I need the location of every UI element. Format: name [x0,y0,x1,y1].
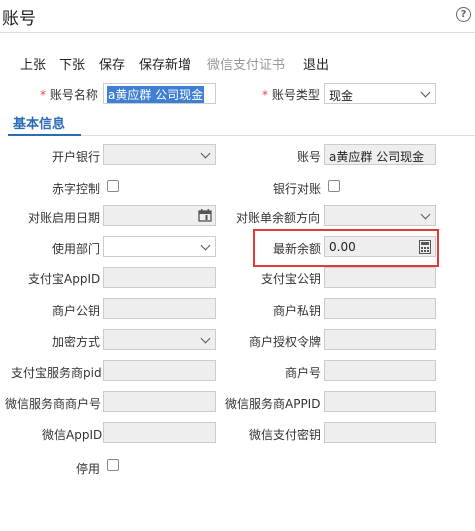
wechat-appid-input[interactable] [103,422,216,443]
merchant-auth-token-label: 商户授权令牌 [249,335,322,349]
chevron-down-icon [200,240,211,251]
account-label: 账号 [297,150,322,164]
alipay-pubkey-input[interactable] [324,267,436,288]
encrypt-select[interactable] [103,329,216,350]
disabled-label: 停用 [76,462,101,476]
wechat-sp-merchant-label: 微信服务商商户号 [5,397,102,411]
reconcile-balance-dir-label: 对账单余额方向 [236,211,321,225]
account-type-label-text: 账号类型 [271,88,320,102]
bank-label: 开户银行 [52,150,101,164]
account-name-label-text: 账号名称 [49,88,98,102]
chevron-down-icon [420,87,431,98]
alipay-sp-pid-label: 支付宝服务商pid [11,366,102,380]
merchant-pubkey-input[interactable] [103,298,216,319]
next-button[interactable]: 下张 [59,54,85,73]
bank-reconcile-label: 银行对账 [273,182,322,196]
calculator-icon[interactable] [419,240,431,254]
account-type-value: 现金 [329,89,354,103]
alipay-appid-input[interactable] [103,267,216,288]
tab-basic-info[interactable]: 基本信息 [13,113,65,132]
account-name-label: * 账号名称 [40,86,98,103]
dept-select[interactable] [103,236,216,257]
alipay-appid-label: 支付宝AppID [28,272,101,286]
alipay-sp-pid-input[interactable] [103,360,216,381]
merchant-no-input[interactable] [324,360,436,381]
account-name-value: a黄应群 公司现金 [107,86,205,103]
exit-button[interactable]: 退出 [303,54,329,73]
merchant-privkey-input[interactable] [324,298,436,319]
wechat-appid-label: 微信AppID [42,428,103,442]
bank-select[interactable] [103,144,216,165]
account-type-label: * 账号类型 [262,86,320,103]
chevron-down-icon [420,209,431,220]
chevron-down-icon [200,148,211,159]
account-value: a黄应群 公司现金 [329,150,425,164]
wechat-cert-button[interactable]: 微信支付证书 [207,54,285,73]
account-name-input[interactable]: a黄应群 公司现金 [103,83,216,104]
calendar-icon[interactable] [198,209,212,222]
reconcile-balance-dir-select[interactable] [324,205,436,226]
wechat-sp-appid-label: 微信服务商APPID [225,397,321,411]
save-button[interactable]: 保存 [99,54,125,73]
red-control-label: 赤字控制 [52,182,101,196]
merchant-no-label: 商户号 [285,366,322,380]
alipay-pubkey-label: 支付宝公钥 [261,272,322,286]
encrypt-label: 加密方式 [52,335,101,349]
window-title: 账号 [2,9,36,29]
tab-active-indicator [8,134,81,136]
reconcile-start-date-input[interactable] [103,205,216,226]
reconcile-start-label: 对账启用日期 [28,211,101,225]
dept-label: 使用部门 [52,242,101,256]
merchant-pubkey-label: 商户公钥 [52,304,101,318]
red-control-checkbox[interactable] [107,180,119,192]
latest-balance-label: 最新余额 [273,242,322,256]
wechat-sp-merchant-input[interactable] [103,391,216,412]
prev-button[interactable]: 上张 [20,54,46,73]
title-divider [0,32,475,33]
chevron-down-icon [200,333,211,344]
wechat-sp-appid-input[interactable] [324,391,436,412]
save-and-new-button[interactable]: 保存新增 [139,54,191,73]
wechat-pay-key-label: 微信支付密钥 [249,428,322,442]
disabled-checkbox[interactable] [107,459,119,471]
help-icon[interactable]: ? [456,7,471,22]
latest-balance-input[interactable]: 0.00 [324,236,436,257]
merchant-auth-token-input[interactable] [324,329,436,350]
bank-reconcile-checkbox[interactable] [328,180,340,192]
merchant-privkey-label: 商户私钥 [273,304,322,318]
required-mark: * [262,88,268,102]
required-mark: * [40,88,46,102]
latest-balance-value: 0.00 [329,240,356,254]
account-input[interactable]: a黄应群 公司现金 [324,144,436,165]
wechat-pay-key-input[interactable] [324,422,436,443]
account-type-select[interactable]: 现金 [324,83,436,104]
